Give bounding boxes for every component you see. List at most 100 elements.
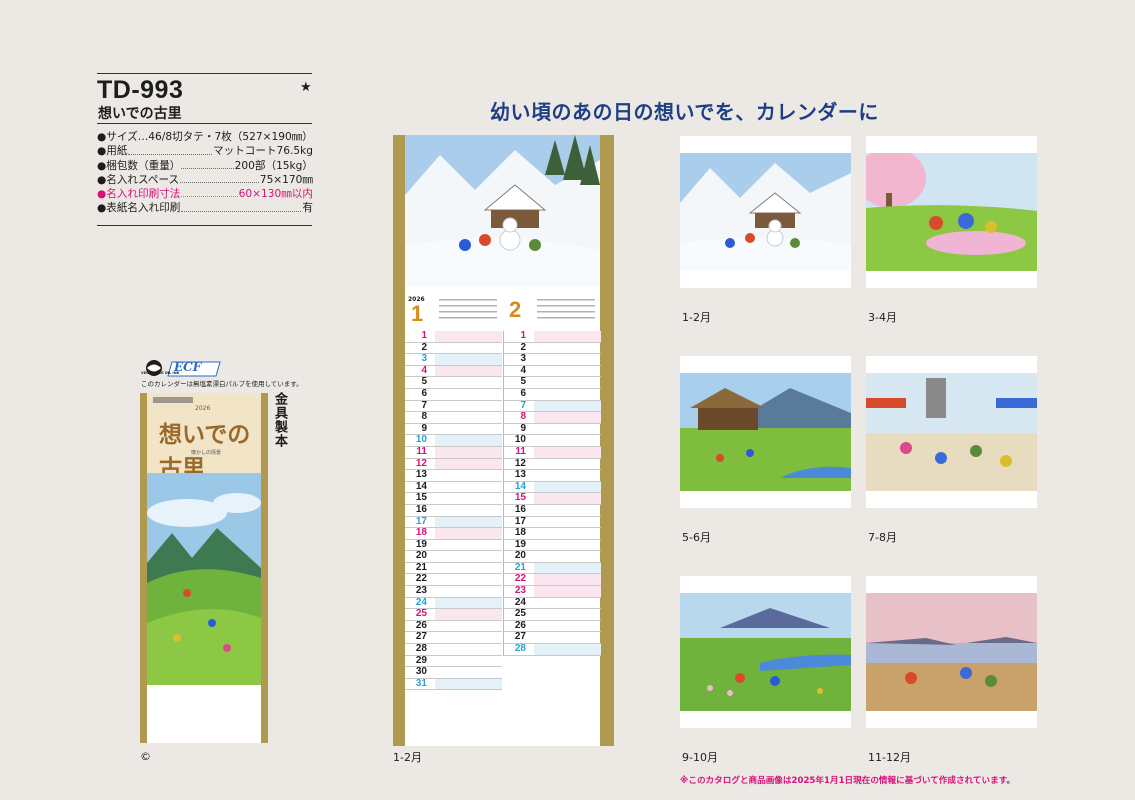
day-note-area bbox=[534, 470, 601, 481]
day-note-area bbox=[435, 678, 502, 690]
day-row: 1 bbox=[405, 330, 502, 343]
day-number: 18 bbox=[514, 527, 526, 539]
day-row: 3 bbox=[405, 354, 502, 366]
day-number: 20 bbox=[514, 550, 526, 562]
day-row: 28 bbox=[504, 643, 601, 656]
thumbnail-may-jun-image bbox=[680, 373, 851, 491]
spec-row: ●表紙名入れ印刷 有 bbox=[97, 201, 313, 215]
day-number: 19 bbox=[415, 538, 427, 550]
day-number: 26 bbox=[415, 619, 427, 631]
star-icon: ★ bbox=[300, 80, 312, 95]
day-row: 13 bbox=[405, 470, 502, 482]
day-number: 14 bbox=[415, 480, 427, 492]
header-rule-middle bbox=[97, 123, 312, 124]
spec-label: ●名入れ印刷寸法 bbox=[97, 188, 181, 201]
thumbnail-caption-6: 11-12月 bbox=[868, 751, 911, 764]
day-number: 15 bbox=[514, 492, 526, 504]
thumbnail-sep-oct bbox=[680, 576, 851, 728]
headline: 幼い頃のあの日の想いでを、カレンダーに bbox=[490, 100, 879, 124]
day-note-area bbox=[435, 632, 502, 643]
day-number: 21 bbox=[415, 561, 427, 573]
cover-logo-strip bbox=[153, 397, 193, 403]
day-note-area bbox=[534, 354, 601, 365]
product-name: 想いでの古里 bbox=[98, 106, 182, 122]
thumbnail-jan-feb-image bbox=[680, 153, 851, 271]
day-number: 6 bbox=[421, 387, 427, 399]
day-note-area bbox=[435, 574, 502, 585]
day-number: 23 bbox=[514, 585, 526, 597]
day-number: 2 bbox=[520, 341, 526, 353]
day-number: 29 bbox=[415, 654, 427, 666]
day-note-area bbox=[534, 609, 601, 620]
spec-value: 75×170㎜ bbox=[259, 173, 313, 186]
day-number: 25 bbox=[415, 608, 427, 620]
thumbnail-nov-dec-image bbox=[866, 593, 1037, 711]
main-calendar: 2026 1 2 1 2 3 4 5 6 7 8 9 10 11 12 13 14 15 16 17 18 19 20… bbox=[393, 135, 614, 746]
spec-row: ●サイズ…46/8切タテ・7枚（527×190㎜） bbox=[97, 130, 313, 144]
day-number: 5 bbox=[520, 376, 526, 388]
day-note-area bbox=[534, 481, 601, 493]
day-number: 13 bbox=[514, 469, 526, 481]
day-number: 18 bbox=[415, 527, 427, 539]
spec-row: ●梱包数（重量） 200部（15kg） bbox=[97, 159, 313, 173]
spec-row: ●用紙 マットコート76.5kg bbox=[97, 144, 313, 158]
january-column: 1 2 3 4 5 6 7 8 9 10 11 12 13 14 15 16 17 18 19 20 21 22 23 24 2… bbox=[405, 330, 502, 691]
day-note-area bbox=[534, 412, 601, 423]
day-row: 18 bbox=[504, 527, 601, 540]
day-note-area bbox=[534, 446, 601, 458]
day-number: 13 bbox=[415, 469, 427, 481]
thumbnail-caption-5: 9-10月 bbox=[682, 751, 718, 764]
day-note-area bbox=[534, 528, 601, 539]
day-note-area bbox=[435, 656, 502, 667]
day-note-area bbox=[534, 366, 601, 377]
day-number: 8 bbox=[520, 411, 526, 423]
day-row: 8 bbox=[405, 412, 502, 424]
thumbnail-may-jun bbox=[680, 356, 851, 508]
day-number: 9 bbox=[520, 422, 526, 434]
copyright-mark: © bbox=[140, 750, 151, 763]
day-note-area bbox=[435, 424, 502, 435]
day-note-area bbox=[534, 343, 601, 354]
day-number: 9 bbox=[421, 422, 427, 434]
day-number: 27 bbox=[415, 631, 427, 643]
thumbnail-jan-feb bbox=[680, 136, 851, 288]
day-note-area bbox=[435, 528, 502, 539]
day-number: 31 bbox=[415, 677, 427, 689]
thumbnail-caption-2: 3-4月 bbox=[868, 311, 897, 324]
spec-label: ●用紙 bbox=[97, 145, 128, 158]
day-number: 1 bbox=[520, 330, 526, 341]
day-number: 2 bbox=[421, 341, 427, 353]
day-note-area bbox=[435, 540, 502, 551]
day-note-area bbox=[534, 540, 601, 551]
day-note-area bbox=[435, 516, 502, 528]
day-note-area bbox=[435, 586, 502, 597]
day-row: 2 bbox=[405, 341, 502, 355]
day-number: 22 bbox=[514, 573, 526, 585]
day-number: 4 bbox=[520, 364, 526, 376]
day-number: 8 bbox=[421, 411, 427, 423]
day-number: 24 bbox=[514, 596, 526, 608]
day-row: 31 bbox=[405, 677, 502, 691]
day-number: 16 bbox=[514, 503, 526, 515]
day-note-area bbox=[435, 644, 502, 655]
spec-row: ●名入れ印刷寸法 60×130㎜以内 bbox=[97, 187, 313, 201]
thumbnail-caption-1: 1-2月 bbox=[682, 311, 711, 324]
day-note-area bbox=[534, 621, 601, 632]
day-note-area bbox=[435, 343, 502, 354]
day-row: 23 bbox=[504, 585, 601, 598]
day-note-area bbox=[534, 493, 601, 504]
spec-label: ●表紙名入れ印刷 bbox=[97, 202, 181, 215]
ecf-note: このカレンダーは無塩素漂白パルプを使用しています。 bbox=[141, 380, 303, 388]
mini-month-grid-2 bbox=[537, 299, 595, 319]
month-header: 2026 1 2 bbox=[405, 292, 600, 328]
day-number: 23 bbox=[415, 585, 427, 597]
spec-leader bbox=[181, 187, 238, 198]
day-note-area bbox=[435, 458, 502, 470]
day-note-area bbox=[435, 401, 502, 412]
thumbnail-caption-3: 5-6月 bbox=[682, 531, 711, 544]
day-row: 16 bbox=[504, 503, 601, 517]
spec-leader bbox=[128, 144, 212, 155]
day-note-area bbox=[435, 493, 502, 504]
day-row: 23 bbox=[405, 585, 502, 598]
day-number: 12 bbox=[514, 457, 526, 469]
